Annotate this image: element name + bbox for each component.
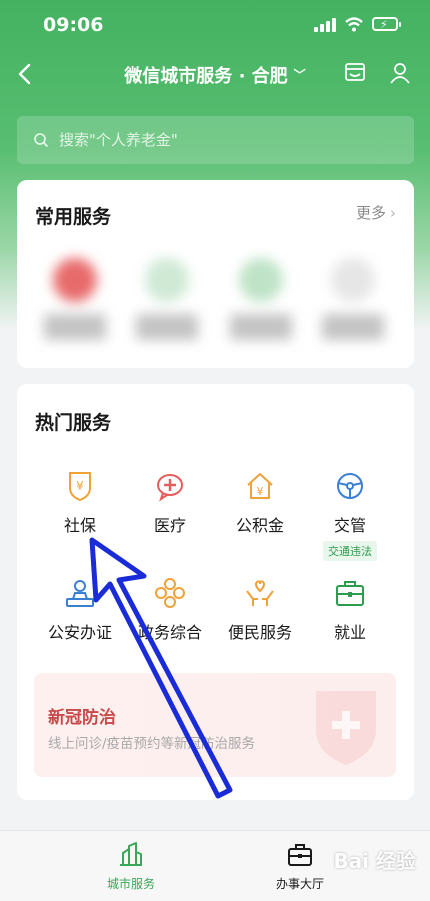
watermark: Bai 经验 — [333, 849, 416, 873]
status-bar: 09:06 ⚡ — [0, 0, 430, 50]
section-title-hot: 热门服务 — [35, 412, 112, 434]
service-label: 就业 — [333, 623, 366, 642]
medical-icon — [157, 474, 183, 502]
chevron-down-icon: ﹀ — [293, 68, 306, 82]
service-police[interactable]: 公安办证 — [32, 577, 128, 643]
tab-label: 城市服务 — [106, 877, 155, 891]
common-services-card: 常用服务 更多 › — [17, 180, 414, 368]
tag-traffic-violation[interactable]: 交通违法 — [323, 541, 377, 561]
blurred-service[interactable] — [319, 250, 387, 340]
covid-title: 新冠防治 — [48, 708, 116, 728]
service-traffic[interactable]: 交管 交通违法 — [302, 470, 398, 561]
service-label: 医疗 — [153, 516, 186, 535]
covid-subtitle: 线上问诊/疫苗预约等新冠防治服务 — [48, 736, 256, 752]
wifi-icon — [345, 17, 363, 32]
police-certificate-icon — [66, 580, 94, 607]
employment-icon — [336, 581, 364, 606]
search-bar[interactable] — [17, 116, 414, 164]
nav-bar: 微信城市服务 · 合肥 ﹀ — [0, 55, 430, 95]
tab-label: 办事大厅 — [275, 877, 324, 891]
service-government[interactable]: 政务综合 — [122, 577, 218, 643]
service-label: 政务综合 — [137, 623, 202, 642]
blurred-service[interactable] — [133, 250, 201, 340]
search-icon — [34, 133, 49, 148]
chevron-right-icon: › — [390, 204, 396, 222]
page-title: 微信城市服务 · 合肥 — [124, 66, 288, 87]
service-label: 社保 — [63, 516, 96, 535]
shebao-icon: ¥ — [69, 472, 91, 502]
briefcase-icon — [288, 844, 312, 866]
city-buildings-icon — [120, 842, 142, 866]
service-convenience[interactable]: 便民服务 — [212, 577, 308, 643]
svg-text:¥: ¥ — [76, 479, 84, 493]
blurred-service[interactable] — [227, 250, 295, 340]
card-package-icon[interactable] — [344, 61, 366, 83]
svg-text:¥: ¥ — [257, 485, 264, 498]
status-time: 09:06 — [43, 14, 104, 36]
section-title-common: 常用服务 — [35, 206, 112, 228]
service-label: 公积金 — [235, 516, 284, 535]
user-icon[interactable] — [388, 61, 412, 85]
government-icon — [155, 578, 185, 608]
blurred-service[interactable] — [41, 250, 109, 340]
traffic-icon — [337, 473, 363, 499]
battery-icon: ⚡ — [372, 17, 401, 31]
service-housing-fund[interactable]: ¥ 公积金 — [212, 470, 308, 536]
convenience-icon — [246, 580, 274, 606]
service-employment[interactable]: 就业 — [302, 577, 398, 643]
search-input[interactable] — [57, 130, 381, 150]
tab-city-services[interactable]: 城市服务 — [76, 841, 186, 892]
covid-banner[interactable]: 新冠防治 线上问诊/疫苗预约等新冠防治服务 — [34, 673, 396, 777]
service-label: 公安办证 — [47, 623, 112, 642]
signal-icon — [314, 18, 336, 32]
service-label: 交管 — [333, 516, 366, 535]
more-link[interactable]: 更多 › — [356, 202, 396, 223]
more-label: 更多 — [355, 204, 386, 222]
housing-fund-icon: ¥ — [247, 473, 273, 499]
service-shebao[interactable]: ¥ 社保 — [32, 470, 128, 536]
service-medical[interactable]: 医疗 — [122, 470, 218, 536]
service-label: 便民服务 — [227, 623, 292, 642]
shield-cross-icon — [316, 691, 376, 765]
